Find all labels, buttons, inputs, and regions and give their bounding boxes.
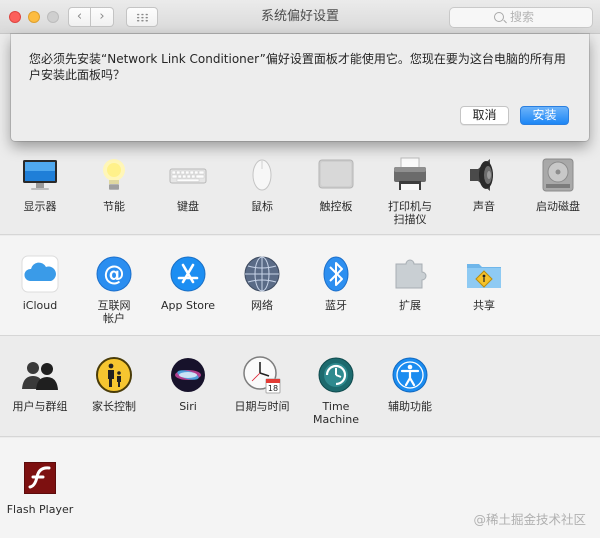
search-placeholder: 搜索 (510, 10, 535, 24)
pane-extensions[interactable]: 扩展 (373, 254, 447, 312)
search-icon (494, 12, 504, 22)
watermark: @稀土掘金技术社区 (473, 512, 586, 527)
disk-icon (542, 158, 574, 192)
network-globe-icon (244, 256, 280, 292)
cancel-button[interactable]: 取消 (460, 106, 509, 125)
mouse-icon (252, 159, 272, 191)
show-all-button[interactable] (126, 7, 158, 27)
accessibility-icon (392, 357, 428, 393)
pane-date-time[interactable]: 18 日期与时间 (225, 355, 299, 413)
search-field[interactable]: 搜索 (449, 7, 593, 28)
pane-time-machine[interactable]: Time Machine (299, 355, 373, 426)
dialog-message: 您必须先安装“Network Link Conditioner”偏好设置面板才能… (29, 52, 566, 82)
users-icon (22, 362, 58, 390)
pane-sound[interactable]: 声音 (447, 155, 521, 213)
time-machine-icon (318, 357, 354, 393)
install-button[interactable]: 安装 (520, 106, 569, 125)
pane-energy-saver[interactable]: 节能 (77, 155, 151, 213)
printer-icon (394, 157, 426, 190)
pane-icloud[interactable]: iCloud (3, 254, 77, 312)
trackpad-icon (318, 159, 354, 189)
lightbulb-icon (103, 159, 125, 190)
pane-flash-player[interactable]: Flash Player (3, 458, 77, 516)
pane-trackpad[interactable]: 触控板 (299, 155, 373, 213)
title-bar: ‹ › 系统偏好设置 搜索 (0, 0, 600, 34)
bluetooth-icon (323, 256, 349, 292)
pane-sharing[interactable]: 共享 (447, 254, 521, 312)
svg-text:18: 18 (268, 384, 278, 393)
zoom-window-button[interactable] (47, 11, 59, 23)
grid-icon (136, 13, 149, 22)
pane-internet-accounts[interactable]: @ 互联网 帐户 (77, 254, 151, 325)
icloud-icon (21, 255, 59, 293)
back-button[interactable]: ‹ (68, 7, 91, 27)
puzzle-icon (395, 259, 427, 289)
pane-section-internet: iCloud @ 互联网 帐户 App Store 网络 蓝牙 扩展 共享 (0, 236, 600, 336)
speaker-icon (470, 159, 493, 191)
pane-bluetooth[interactable]: 蓝牙 (299, 254, 373, 312)
pane-mouse[interactable]: 鼠标 (225, 155, 299, 213)
pane-network[interactable]: 网络 (225, 254, 299, 312)
pane-keyboard[interactable]: 键盘 (151, 155, 225, 213)
pane-parental-controls[interactable]: 家长控制 (77, 355, 151, 413)
forward-button[interactable]: › (91, 7, 114, 27)
install-dialog: 您必须先安装“Network Link Conditioner”偏好设置面板才能… (11, 34, 589, 141)
pane-displays[interactable]: 显示器 (3, 155, 77, 213)
sharing-folder-icon (467, 264, 501, 288)
pane-app-store[interactable]: App Store (151, 254, 225, 312)
pane-section-system: 用户与群组 家长控制 Siri 18 日期与时间 Time Machine 辅助… (0, 337, 600, 437)
flash-player-icon (24, 462, 56, 494)
parental-controls-icon (96, 357, 132, 393)
pane-section-hardware: 显示器 节能 键盘 鼠标 触控板 打印机与 扫描仪 声音 启动磁盘 (0, 142, 600, 235)
svg-text:@: @ (104, 262, 125, 286)
siri-icon (171, 358, 205, 392)
app-store-icon (170, 256, 206, 292)
minimize-window-button[interactable] (28, 11, 40, 23)
window-title: 系统偏好设置 (260, 9, 339, 24)
pane-startup-disk[interactable]: 启动磁盘 (521, 155, 595, 213)
pane-printers-scanners[interactable]: 打印机与 扫描仪 (373, 155, 447, 226)
display-icon (23, 160, 57, 190)
keyboard-icon (169, 168, 207, 184)
pane-siri[interactable]: Siri (151, 355, 225, 413)
close-window-button[interactable] (9, 11, 21, 23)
pane-users-groups[interactable]: 用户与群组 (3, 355, 77, 413)
pane-accessibility[interactable]: 辅助功能 (373, 355, 447, 413)
internet-accounts-icon: @ (96, 256, 132, 292)
clock-calendar-icon: 18 (243, 356, 281, 394)
